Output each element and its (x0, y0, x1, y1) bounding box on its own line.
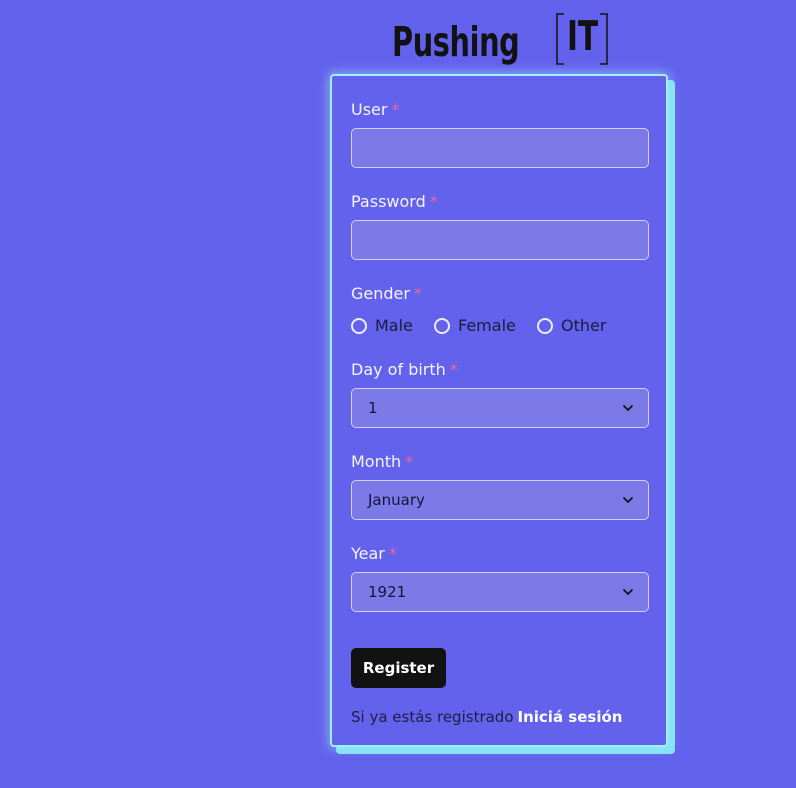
day-of-birth-label-text: Day of birth (351, 360, 446, 379)
password-label: Password * (351, 192, 438, 212)
login-prompt-text: Si ya estás registrado (351, 708, 514, 726)
year-value: 1921 (368, 583, 407, 601)
required-marker: * (391, 100, 400, 119)
chevron-down-icon (623, 405, 633, 411)
radio-circle-icon[interactable] (537, 318, 553, 334)
password-label-text: Password (351, 192, 426, 211)
gender-radio-other[interactable]: Other (537, 316, 606, 336)
logo-bracket-frame: IT (556, 12, 608, 66)
register-form: User * Password * Gender * Male Female Othe… (330, 74, 668, 747)
chevron-down-icon (623, 497, 633, 503)
radio-circle-icon[interactable] (351, 318, 367, 334)
user-input[interactable] (351, 128, 649, 168)
pushing-it-logo: Pushing IT (392, 12, 614, 68)
radio-circle-icon[interactable] (434, 318, 450, 334)
year-label-text: Year (351, 544, 385, 563)
register-button[interactable]: Register (351, 648, 446, 688)
year-select[interactable]: 1921 (351, 572, 649, 612)
gender-option-label: Female (458, 316, 516, 335)
month-label: Month * (351, 452, 413, 472)
gender-radio-female[interactable]: Female (434, 316, 516, 336)
day-of-birth-select[interactable]: 1 (351, 388, 649, 428)
gender-radio-male[interactable]: Male (351, 316, 413, 336)
login-link[interactable]: Iniciá sesión (518, 708, 623, 726)
logo-it-mark: IT (567, 12, 599, 60)
year-label: Year * (351, 544, 397, 564)
required-marker: * (388, 544, 397, 563)
gender-label: Gender * (351, 284, 422, 304)
logo-wordmark: Pushing (392, 18, 520, 66)
month-value: January (368, 491, 425, 509)
gender-option-label: Other (561, 316, 607, 335)
login-prompt-line: Si ya estás registrado Iniciá sesión (351, 707, 622, 727)
password-input[interactable] (351, 220, 649, 260)
gender-label-text: Gender (351, 284, 410, 303)
month-select[interactable]: January (351, 480, 649, 520)
chevron-down-icon (623, 589, 633, 595)
day-of-birth-value: 1 (368, 399, 378, 417)
required-marker: * (405, 452, 414, 471)
required-marker: * (449, 360, 458, 379)
gender-radio-group: Male Female Other (351, 316, 651, 336)
user-label: User * (351, 100, 399, 120)
day-of-birth-label: Day of birth * (351, 360, 458, 380)
required-marker: * (429, 192, 438, 211)
month-label-text: Month (351, 452, 402, 471)
gender-option-label: Male (375, 316, 413, 335)
required-marker: * (413, 284, 422, 303)
user-label-text: User (351, 100, 388, 119)
